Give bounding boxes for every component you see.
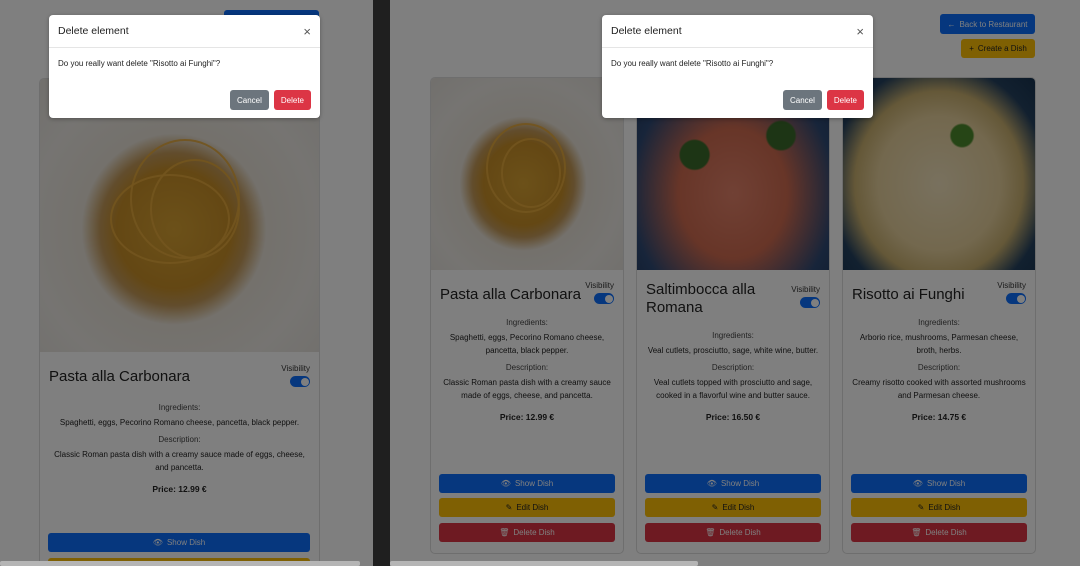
modal-message: Do you really want delete "Risotto ai Fu… xyxy=(611,59,774,68)
modal-message: Do you really want delete "Risotto ai Fu… xyxy=(58,59,221,68)
delete-modal: Delete element × Do you really want dele… xyxy=(602,15,873,118)
delete-button[interactable]: Delete xyxy=(273,90,311,110)
horizontal-scrollbar[interactable] xyxy=(0,561,360,566)
left-viewport: Pasta alla Carbonara Visibility Ingredie… xyxy=(0,0,373,566)
viewport-divider xyxy=(373,0,390,566)
close-icon[interactable]: × xyxy=(303,25,311,38)
cancel-button[interactable]: Cancel xyxy=(229,90,269,110)
screen: Pasta alla Carbonara Visibility Ingredie… xyxy=(0,0,1080,566)
right-viewport: ←Back to Restaurant +Create a Dish Pasta… xyxy=(390,0,1080,566)
horizontal-scrollbar[interactable] xyxy=(390,561,698,566)
cancel-button[interactable]: Cancel xyxy=(782,90,822,110)
close-icon[interactable]: × xyxy=(856,25,864,38)
delete-button[interactable]: Delete xyxy=(826,90,864,110)
delete-modal: Delete element × Do you really want dele… xyxy=(49,15,320,118)
modal-title: Delete element xyxy=(58,25,129,37)
modal-title: Delete element xyxy=(611,25,682,37)
